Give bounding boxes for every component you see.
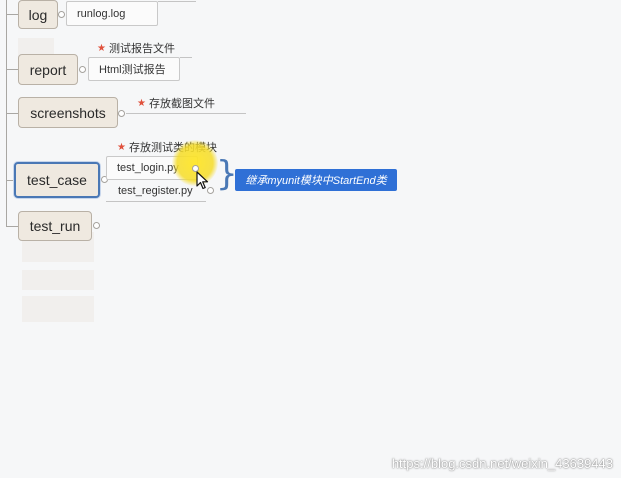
collapse-toggle-icon[interactable] <box>79 66 86 73</box>
note-report-text: 测试报告文件 <box>108 43 175 55</box>
cursor-highlight <box>172 140 218 186</box>
node-screenshots[interactable]: screenshots <box>18 97 118 128</box>
node-log-label: log <box>28 6 48 23</box>
child-underline <box>126 113 246 114</box>
mindmap-canvas: log runlog.log report ★ 测试报告文件 Html测试报告 … <box>0 0 621 478</box>
collapse-toggle-icon[interactable] <box>93 222 100 229</box>
child-html-report[interactable]: Html测试报告 <box>88 57 180 81</box>
branch-line <box>6 180 14 181</box>
child-underline <box>158 1 196 2</box>
star-icon: ★ <box>97 42 106 54</box>
branch-line <box>6 226 18 227</box>
branch-line <box>6 113 18 114</box>
node-test-run[interactable]: test_run <box>18 211 92 241</box>
child-test-login-label: test_login.py <box>117 162 179 174</box>
watermark: https://blog.csdn.net/weixin_43639443 <box>391 456 613 471</box>
child-underline <box>106 201 206 202</box>
child-runlog[interactable]: runlog.log <box>66 1 158 26</box>
callout-startend[interactable]: 继承myunit模块中StartEnd类 <box>235 169 397 191</box>
star-icon: ★ <box>117 141 126 153</box>
star-icon: ★ <box>137 97 146 109</box>
node-test-run-label: test_run <box>29 218 81 234</box>
collapse-toggle-icon[interactable] <box>58 11 65 18</box>
node-test-case-label: test_case <box>27 172 87 188</box>
note-report: ★ 测试报告文件 <box>97 40 175 56</box>
node-test-case[interactable]: test_case <box>14 162 100 198</box>
callout-startend-text: 继承myunit模块中StartEnd类 <box>245 175 387 187</box>
background-ghost <box>22 270 94 290</box>
collapse-toggle-icon[interactable] <box>118 110 125 117</box>
note-screenshots: ★ 存放截图文件 <box>137 95 215 111</box>
note-screenshots-text: 存放截图文件 <box>148 98 215 110</box>
child-html-report-label: Html测试报告 <box>99 64 166 76</box>
branch-line <box>6 14 18 15</box>
node-screenshots-label: screenshots <box>30 104 106 121</box>
background-ghost <box>22 296 94 322</box>
child-runlog-label: runlog.log <box>77 7 126 20</box>
child-underline <box>180 57 192 58</box>
node-report[interactable]: report <box>18 54 78 85</box>
node-report-label: report <box>29 61 67 78</box>
branch-line <box>6 69 18 70</box>
node-log[interactable]: log <box>18 0 58 29</box>
mouse-pointer-icon <box>196 171 209 190</box>
child-test-register-label: test_register.py <box>118 185 193 197</box>
